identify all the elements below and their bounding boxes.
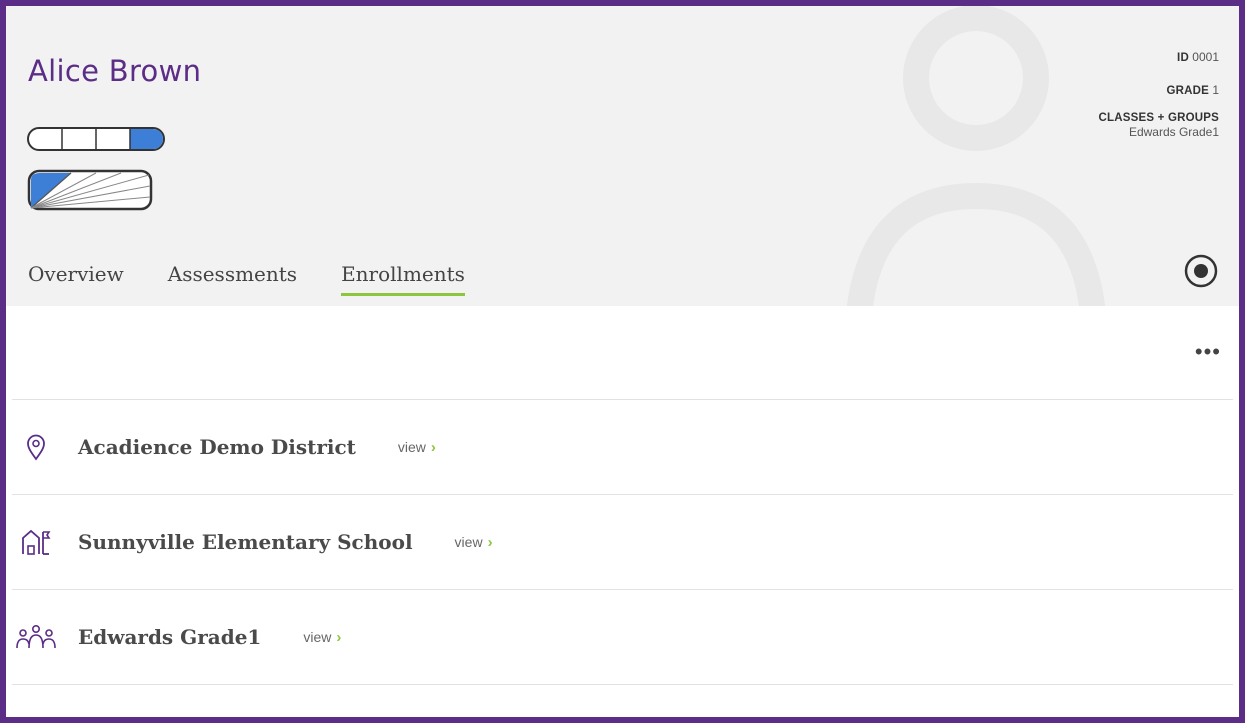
tab-assessments[interactable]: Assessments [168, 262, 297, 296]
view-label: view [397, 439, 426, 455]
tab-enrollments[interactable]: Enrollments [341, 262, 465, 296]
chevron-right-icon: › [336, 628, 342, 646]
grade-label: GRADE [1166, 85, 1209, 97]
divider [12, 684, 1233, 685]
enrollment-row-class: Edwards Grade1 view › [6, 590, 1239, 684]
classes-label-row: CLASSES + GROUPS [1099, 110, 1219, 125]
view-link[interactable]: view › [303, 629, 341, 646]
school-icon [10, 528, 62, 556]
id-label: ID [1177, 52, 1189, 64]
enrollment-row-school: Sunnyville Elementary School view › [6, 495, 1239, 589]
chevron-right-icon: › [430, 438, 436, 456]
classes-label: CLASSES + GROUPS [1098, 112, 1219, 124]
student-grade: GRADE 1 [1099, 83, 1219, 98]
profile-tabs: Overview Assessments Enrollments [28, 262, 465, 296]
more-options-button[interactable]: ••• [1195, 341, 1221, 363]
group-icon [10, 624, 62, 650]
classes-value-row: Edwards Grade1 [1099, 125, 1219, 139]
location-pin-icon [10, 433, 62, 461]
target-icon[interactable] [1183, 253, 1219, 289]
enrollment-row-district: Acadience Demo District view › [6, 400, 1239, 494]
view-label: view [303, 629, 332, 645]
progress-meter-icon [27, 127, 165, 151]
student-id: ID 0001 [1099, 50, 1219, 65]
enrollment-name: Edwards Grade1 [78, 625, 262, 649]
reading-level-icon [27, 169, 153, 211]
enrollment-name: Acadience Demo District [78, 435, 356, 459]
student-profile-window: Alice Brown ID 0001 GRADE 1 CLASSES + GR… [0, 0, 1245, 723]
view-link[interactable]: view › [455, 534, 493, 551]
avatar-watermark-icon [846, 6, 1106, 306]
student-name: Alice Brown [28, 54, 202, 88]
view-label: view [454, 534, 483, 550]
classes-value: Edwards Grade1 [1128, 125, 1219, 139]
profile-header: Alice Brown ID 0001 GRADE 1 CLASSES + GR… [6, 6, 1239, 306]
grade-value: 1 [1212, 83, 1219, 97]
student-meta: ID 0001 GRADE 1 CLASSES + GROUPS Edwards… [1099, 50, 1219, 139]
enrollment-name: Sunnyville Elementary School [78, 530, 413, 554]
chevron-right-icon: › [487, 533, 493, 551]
id-value: 0001 [1192, 50, 1219, 64]
view-link[interactable]: view › [398, 439, 436, 456]
tab-overview[interactable]: Overview [28, 262, 124, 296]
